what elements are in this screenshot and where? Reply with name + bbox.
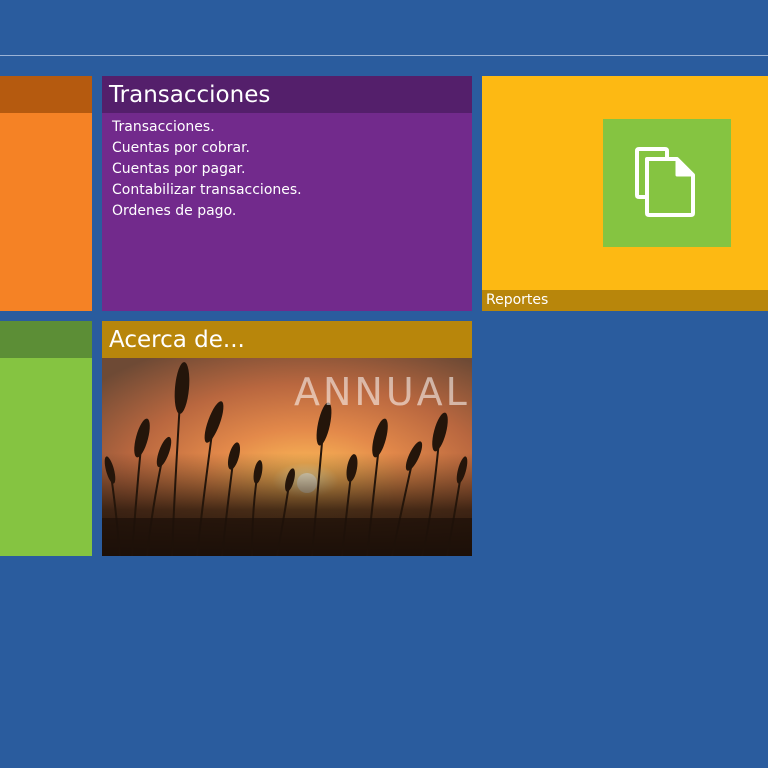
reportes-label-bar: Reportes	[482, 290, 768, 311]
transacciones-tile-header: Transacciones	[102, 76, 472, 113]
green-tile[interactable]	[0, 321, 92, 556]
link-transacciones[interactable]: Transacciones.	[112, 117, 302, 138]
link-cuentas-por-cobrar[interactable]: Cuentas por cobrar.	[112, 138, 302, 159]
transacciones-link-list: Transacciones. Cuentas por cobrar. Cuent…	[112, 117, 302, 222]
orange-tile[interactable]	[0, 76, 92, 311]
orange-tile-header	[0, 76, 92, 113]
acerca-tile-title: Acerca de...	[109, 327, 245, 353]
documents-icon	[635, 147, 695, 217]
reportes-label: Reportes	[486, 292, 549, 308]
acerca-tile-header: Acerca de...	[102, 321, 472, 358]
reportes-tile[interactable]: Reportes	[482, 76, 768, 311]
transacciones-tile[interactable]: Transacciones Transacciones. Cuentas por…	[102, 76, 472, 311]
link-cuentas-por-pagar[interactable]: Cuentas por pagar.	[112, 159, 302, 180]
sunset-grass-photo: ANNUAL	[102, 358, 472, 556]
transacciones-tile-title: Transacciones	[109, 82, 271, 108]
header-divider	[0, 55, 768, 56]
link-ordenes-de-pago[interactable]: Ordenes de pago.	[112, 201, 302, 222]
link-contabilizar-transacciones[interactable]: Contabilizar transacciones.	[112, 180, 302, 201]
green-tile-header	[0, 321, 92, 358]
start-screen: Transacciones Transacciones. Cuentas por…	[0, 0, 768, 768]
acerca-tile[interactable]: Acerca de... ANNUAL	[102, 321, 472, 556]
photo-watermark-text: ANNUAL	[294, 370, 470, 414]
reportes-icon-box	[603, 119, 731, 247]
